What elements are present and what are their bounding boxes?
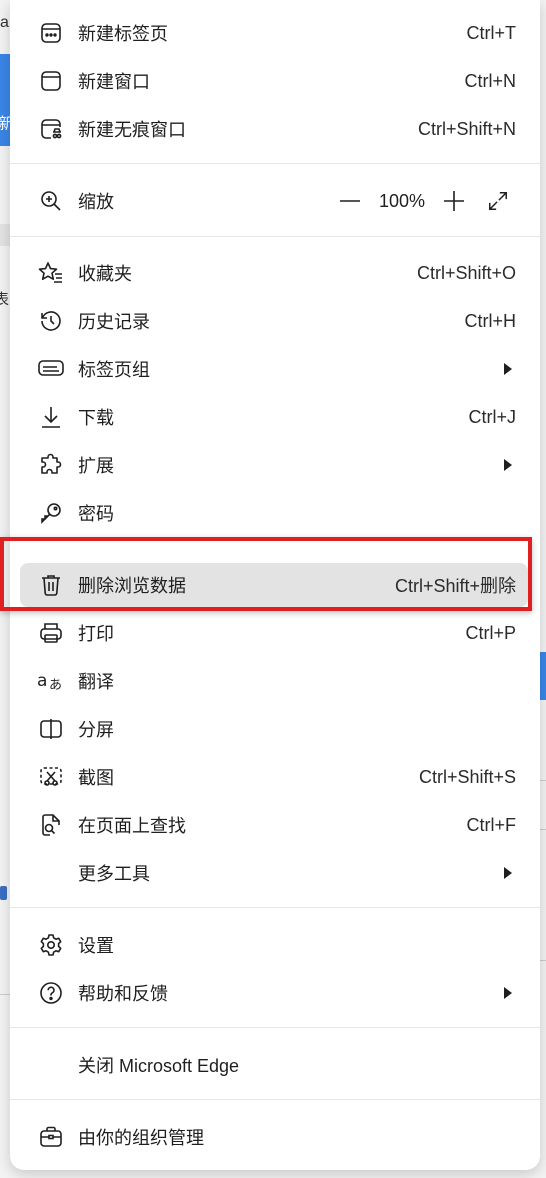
submenu-arrow-icon (504, 867, 512, 879)
background-blue-button: 新 (0, 54, 14, 146)
submenu-arrow-icon (504, 363, 512, 375)
gear-icon (36, 930, 66, 960)
split-screen-icon (36, 714, 66, 744)
menu-item-split-screen[interactable]: 分屏 (20, 707, 528, 751)
translate-icon: aあ (36, 666, 66, 696)
history-shortcut: Ctrl+H (464, 310, 516, 331)
downloads-shortcut: Ctrl+J (468, 406, 516, 427)
background-divider (540, 924, 546, 961)
downloads-label: 下载 (78, 408, 114, 428)
menu-divider (10, 907, 540, 908)
menu-item-screenshot[interactable]: 截图 Ctrl+Shift+S (20, 755, 528, 799)
managed-by-organization-label: 由你的组织管理 (78, 1128, 204, 1148)
new-inprivate-label: 新建无痕窗口 (78, 120, 186, 140)
svg-text:a: a (37, 671, 47, 691)
menu-item-new-window[interactable]: 新建窗口 Ctrl+N (20, 59, 528, 103)
printer-icon (36, 618, 66, 648)
menu-item-close-edge[interactable]: 关闭 Microsoft Edge (20, 1043, 528, 1087)
menu-divider (10, 1027, 540, 1028)
menu-item-clear-browsing-data[interactable]: 删除浏览数据 Ctrl+Shift+删除 (20, 563, 528, 607)
new-tab-shortcut: Ctrl+T (466, 22, 517, 43)
menu-item-passwords[interactable]: 密码 (20, 491, 528, 535)
translate-label: 翻译 (78, 672, 114, 692)
menu-divider (10, 236, 540, 237)
inprivate-icon (36, 114, 66, 144)
extensions-label: 扩展 (78, 456, 114, 476)
favorites-shortcut: Ctrl+Shift+O (416, 262, 516, 283)
passwords-label: 密码 (78, 504, 114, 524)
menu-divider (10, 163, 540, 164)
background-divider (540, 780, 546, 830)
background-band (0, 224, 10, 246)
tab-groups-label: 标签页组 (78, 360, 150, 380)
favorites-icon (36, 258, 66, 288)
submenu-arrow-icon (504, 987, 512, 999)
help-feedback-label: 帮助和反馈 (78, 984, 168, 1004)
browser-settings-menu: 新建标签页 Ctrl+T 新建窗口 Ctrl+N 新建无痕窗口 Ctrl+Shi… (10, 0, 540, 1170)
briefcase-icon (36, 1122, 66, 1152)
screenshot-icon (36, 762, 66, 792)
zoom-value: 100% (378, 190, 426, 211)
key-icon (36, 498, 66, 528)
download-icon (36, 402, 66, 432)
background-icon (0, 886, 7, 900)
menu-item-more-tools[interactable]: 更多工具 (20, 851, 528, 895)
zoom-out-button[interactable] (328, 183, 372, 219)
menu-item-favorites[interactable]: 收藏夹 Ctrl+Shift+O (20, 251, 528, 295)
menu-divider (10, 1099, 540, 1100)
submenu-arrow-icon (504, 459, 512, 471)
menu-item-managed-by-organization[interactable]: 由你的组织管理 (20, 1115, 528, 1159)
menu-item-new-tab[interactable]: 新建标签页 Ctrl+T (20, 11, 528, 55)
close-edge-label: 关闭 Microsoft Edge (78, 1056, 240, 1076)
svg-text:あ: あ (49, 678, 62, 693)
help-icon (36, 978, 66, 1008)
trash-icon (36, 570, 66, 600)
fullscreen-button[interactable] (476, 183, 520, 219)
favorites-label: 收藏夹 (78, 264, 132, 284)
screenshot-shortcut: Ctrl+Shift+S (418, 766, 516, 787)
menu-item-extensions[interactable]: 扩展 (20, 443, 528, 487)
background-blue-tab (540, 652, 546, 700)
background-text: a (0, 14, 9, 31)
background-divider (0, 994, 10, 995)
menu-item-find-on-page[interactable]: 在页面上查找 Ctrl+F (20, 803, 528, 847)
find-on-page-shortcut: Ctrl+F (466, 814, 517, 835)
zoom-label: 缩放 (78, 192, 114, 212)
menu-item-settings[interactable]: 设置 (20, 923, 528, 967)
find-on-page-label: 在页面上查找 (78, 816, 186, 836)
puzzle-icon (36, 450, 66, 480)
new-tab-label: 新建标签页 (78, 24, 168, 44)
split-screen-label: 分屏 (78, 720, 114, 740)
zoom-icon (36, 186, 66, 216)
more-tools-label: 更多工具 (78, 864, 150, 884)
background-side-text: 表 (0, 291, 10, 308)
new-inprivate-shortcut: Ctrl+Shift+N (417, 118, 516, 139)
menu-item-help-feedback[interactable]: 帮助和反馈 (20, 971, 528, 1015)
zoom-controls: 100% (328, 183, 520, 219)
menu-item-new-inprivate-window[interactable]: 新建无痕窗口 Ctrl+Shift+N (20, 107, 528, 151)
menu-item-zoom: 缩放 100% (20, 179, 528, 223)
menu-item-tab-groups[interactable]: 标签页组 (20, 347, 528, 391)
menu-item-print[interactable]: 打印 Ctrl+P (20, 611, 528, 655)
settings-label: 设置 (78, 936, 114, 956)
screenshot-label: 截图 (78, 768, 114, 788)
zoom-in-button[interactable] (432, 183, 476, 219)
new-window-label: 新建窗口 (78, 72, 150, 92)
new-window-icon (36, 66, 66, 96)
tab-groups-icon (36, 354, 66, 384)
menu-item-translate[interactable]: aあ 翻译 (20, 659, 528, 703)
menu-item-history[interactable]: 历史记录 Ctrl+H (20, 299, 528, 343)
history-icon (36, 306, 66, 336)
history-label: 历史记录 (78, 312, 150, 332)
find-on-page-icon (36, 810, 66, 840)
clear-browsing-data-shortcut: Ctrl+Shift+删除 (394, 576, 516, 596)
print-label: 打印 (78, 624, 114, 644)
new-tab-icon (36, 18, 66, 48)
menu-item-downloads[interactable]: 下载 Ctrl+J (20, 395, 528, 439)
print-shortcut: Ctrl+P (465, 622, 516, 643)
new-window-shortcut: Ctrl+N (464, 70, 516, 91)
clear-browsing-data-label: 删除浏览数据 (78, 576, 186, 596)
